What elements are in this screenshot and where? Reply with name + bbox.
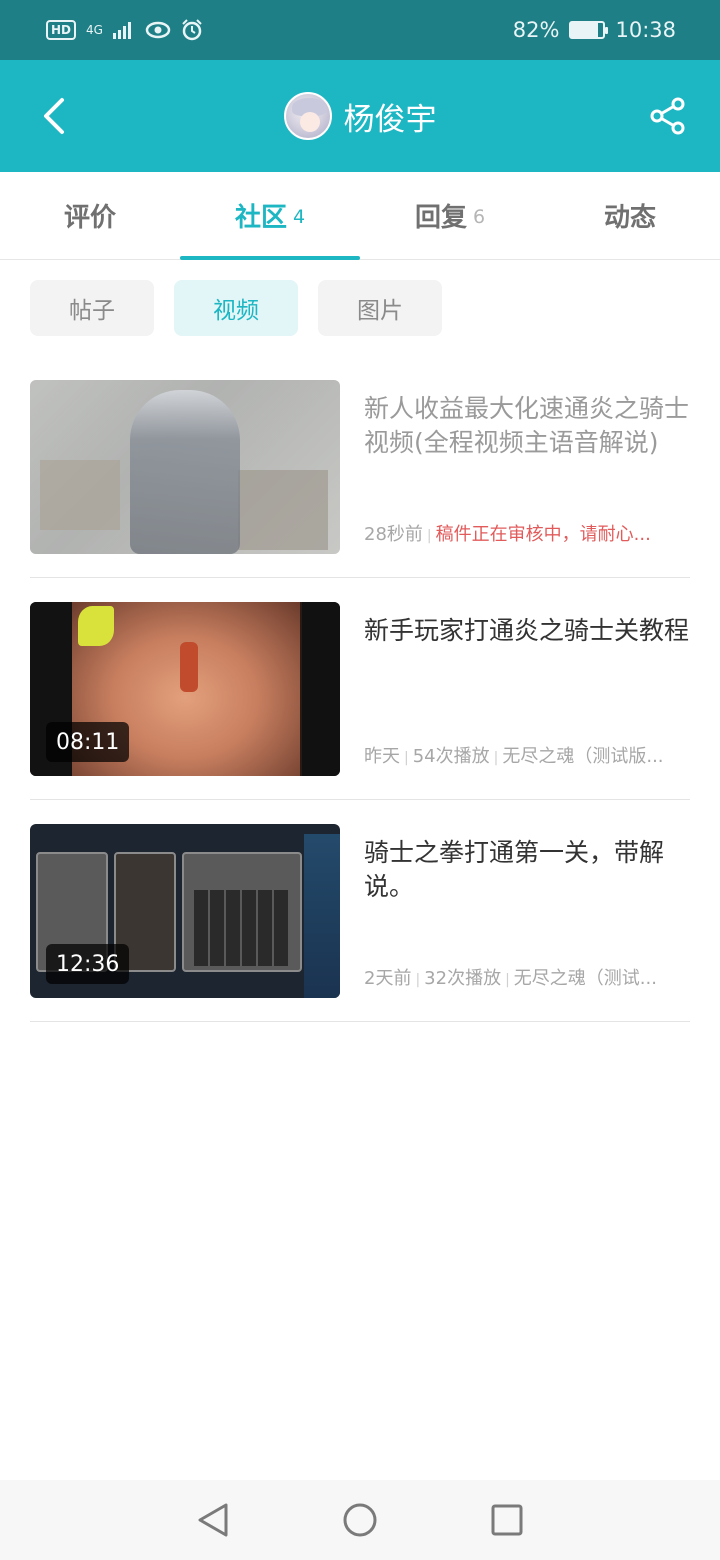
battery-fill — [571, 23, 598, 37]
eye-icon — [145, 21, 171, 39]
share-button[interactable] — [642, 90, 694, 142]
video-time: 2天前 — [364, 968, 412, 989]
back-button[interactable] — [28, 90, 80, 142]
signal-icon — [112, 22, 131, 39]
status-left: HD 4G — [46, 19, 203, 41]
thumbnail-scene — [304, 834, 340, 998]
video-item[interactable]: 新人收益最大化速通炎之骑士视频(全程视频主语音解说) 28秒前 | 稿件正在审核中，… — [30, 380, 690, 602]
nav-back-button[interactable] — [191, 1498, 235, 1542]
tab-activity[interactable]: 动态 — [540, 172, 720, 259]
video-time: 28秒前 — [364, 524, 423, 545]
meta-separator: | — [493, 750, 499, 766]
video-item[interactable]: 08:11 新手玩家打通炎之骑士关教程 昨天 | 54次播放 | 无尽之魂（测试版... — [30, 602, 690, 824]
video-info: 骑士之拳打通第一关，带解说。 2天前 | 32次播放 | 无尽之魂（测试... — [364, 824, 690, 1046]
active-tab-indicator — [180, 256, 360, 260]
video-meta: 2天前 | 32次播放 | 无尽之魂（测试... — [364, 964, 690, 990]
video-time: 昨天 — [364, 746, 400, 767]
video-thumbnail[interactable] — [30, 380, 340, 554]
thumbnail-scene — [78, 606, 114, 646]
user-title[interactable]: 杨俊宇 — [283, 92, 437, 140]
video-title: 新人收益最大化速通炎之骑士视频(全程视频主语音解说) — [364, 394, 690, 457]
play-count: 32次播放 — [424, 968, 502, 989]
chip-videos[interactable]: 视频 — [174, 280, 298, 336]
divider — [30, 1021, 690, 1022]
video-list: 新人收益最大化速通炎之骑士视频(全程视频主语音解说) 28秒前 | 稿件正在审核中，… — [30, 380, 690, 1046]
meta-separator: | — [505, 972, 510, 988]
video-thumbnail[interactable]: 08:11 — [30, 602, 340, 776]
app-header: 杨俊宇 — [0, 60, 720, 172]
play-count: 54次播放 — [412, 746, 490, 767]
tab-reviews[interactable]: 评价 — [0, 172, 180, 259]
tab-label: 回复 — [414, 203, 467, 233]
tab-label: 动态 — [603, 203, 656, 233]
video-title: 新手玩家打通炎之骑士关教程 — [364, 616, 690, 645]
nav-home-button[interactable] — [338, 1498, 382, 1542]
video-info: 新手玩家打通炎之骑士关教程 昨天 | 54次播放 | 无尽之魂（测试版... — [364, 602, 690, 824]
video-item[interactable]: 12:36 骑士之拳打通第一关，带解说。 2天前 | 32次播放 | 无尽之魂（测试..… — [30, 824, 690, 1046]
video-meta: 昨天 | 54次播放 | 无尽之魂（测试版... — [364, 742, 690, 768]
thumbnail-scene — [302, 602, 340, 776]
divider — [30, 799, 690, 800]
video-info: 新人收益最大化速通炎之骑士视频(全程视频主语音解说) 28秒前 | 稿件正在审核中，… — [364, 380, 690, 602]
video-meta: 28秒前 | 稿件正在审核中，请耐心... — [364, 520, 690, 546]
pending-overlay — [30, 380, 340, 554]
clock: 10:38 — [615, 18, 676, 42]
video-title: 骑士之拳打通第一关，带解说。 — [364, 838, 665, 901]
system-nav-bar — [0, 1480, 720, 1560]
meta-separator: | — [415, 972, 421, 988]
nav-recents-button[interactable] — [485, 1498, 529, 1542]
network-type: 4G — [86, 23, 103, 37]
battery-icon — [569, 21, 609, 39]
status-bar: HD 4G 82% 10:38 — [0, 0, 720, 60]
alarm-icon — [182, 19, 202, 41]
game-name[interactable]: 无尽之魂（测试版... — [502, 746, 663, 767]
thumbnail-scene — [194, 890, 290, 966]
triangle-back-icon — [198, 1503, 228, 1537]
video-duration: 08:11 — [46, 722, 130, 762]
divider — [30, 577, 690, 578]
thumbnail-character — [180, 642, 198, 692]
tab-replies[interactable]: 回复 6 — [360, 172, 540, 259]
meta-separator: | — [426, 528, 432, 544]
game-name[interactable]: 无尽之魂（测试... — [514, 968, 657, 989]
avatar[interactable] — [283, 92, 332, 140]
tab-community[interactable]: 社区 4 — [180, 172, 360, 260]
status-right: 82% 10:38 — [513, 18, 676, 42]
chip-images[interactable]: 图片 — [318, 280, 442, 336]
back-arrow-icon — [44, 98, 64, 134]
share-icon — [650, 97, 685, 135]
tab-count: 6 — [472, 205, 486, 228]
chip-posts[interactable]: 帖子 — [30, 280, 154, 336]
circle-home-icon — [343, 1503, 377, 1537]
video-thumbnail[interactable]: 12:36 — [30, 824, 340, 998]
hd-icon: HD — [46, 20, 77, 40]
video-duration: 12:36 — [46, 944, 130, 984]
meta-separator: | — [404, 750, 409, 766]
tab-label: 社区 — [234, 203, 287, 233]
battery-percent: 82% — [512, 18, 560, 42]
filter-chips: 帖子 视频 图片 — [30, 280, 442, 336]
username: 杨俊宇 — [343, 101, 437, 138]
tab-label: 评价 — [63, 203, 116, 233]
square-recents-icon — [491, 1504, 523, 1536]
tab-count: 4 — [292, 205, 306, 228]
tab-bar: 评价 社区 4 回复 6 动态 — [0, 172, 720, 260]
review-status: 稿件正在审核中，请耐心... — [435, 524, 651, 545]
